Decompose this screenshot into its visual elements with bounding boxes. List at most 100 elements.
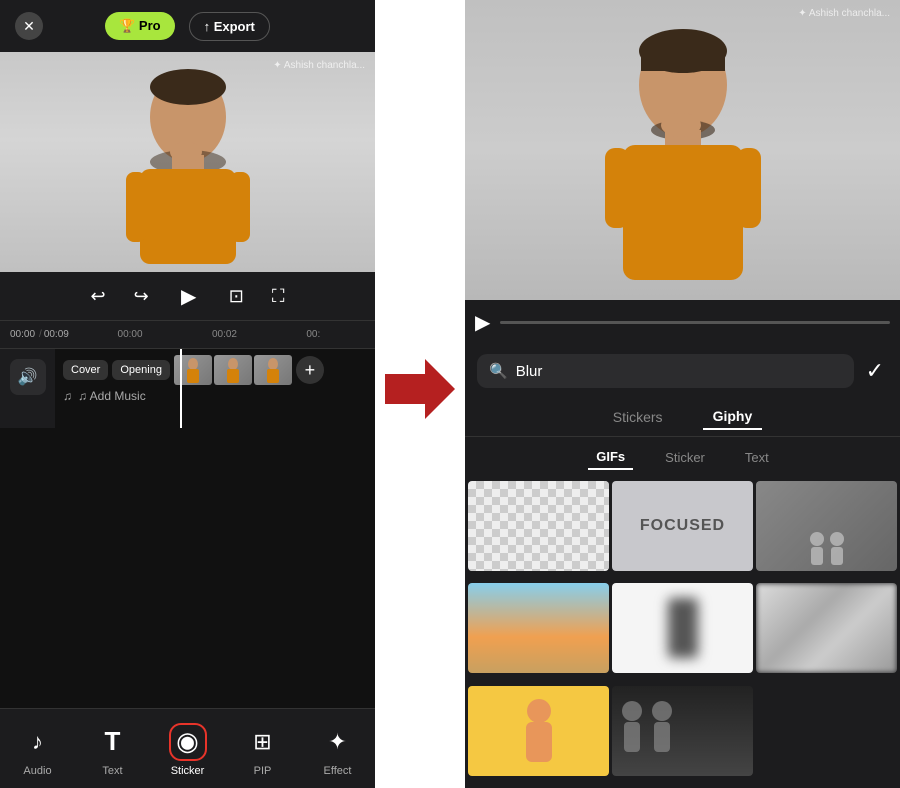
gif-cell-7[interactable] [468, 686, 609, 776]
cover-button[interactable]: Cover [63, 360, 108, 380]
redo-button[interactable]: ↪ [130, 282, 153, 311]
right-arrow [385, 359, 455, 429]
track-content: Cover Opening [55, 349, 375, 428]
template-button[interactable]: ⊡ [225, 282, 248, 311]
sticker-tool-label: Sticker [171, 765, 205, 777]
dark-people-svg [612, 686, 692, 776]
thumb-inner-2 [214, 355, 252, 385]
tab-row-top: Stickers Giphy [465, 398, 900, 437]
export-button[interactable]: ↑ Export [189, 12, 270, 41]
play-bar-right: ▶ [465, 300, 900, 344]
gif-checkerboard [468, 481, 609, 571]
ruler-mark-1: 00:00 [118, 329, 143, 340]
thumb-inner-1 [174, 355, 212, 385]
pip-tool-icon: ⊞ [244, 723, 282, 761]
text-tool[interactable]: T Text [82, 723, 144, 777]
gif-people-dark [756, 481, 897, 571]
bottom-toolbar: ♪ Audio T Text ◉ Sticker ⊞ PIP ✦ Effect [0, 708, 375, 788]
tab-giphy[interactable]: Giphy [703, 404, 763, 430]
yellow-person-svg [514, 696, 564, 766]
gif-cell-1[interactable] [468, 481, 609, 571]
ruler-marks: 00:00 00:02 00: [73, 329, 365, 340]
thumb-person-3 [263, 356, 283, 384]
search-box[interactable]: 🔍 [477, 354, 854, 388]
fullscreen-button[interactable]: ⛶ [268, 282, 289, 311]
arrow-section [375, 0, 465, 788]
gif-beach [468, 583, 609, 673]
gif-grid: FOCUSED [465, 478, 900, 788]
ruler-mark-3: 00: [306, 329, 320, 340]
watermark-right: ✦ Ashish chanchla... [798, 8, 890, 19]
thumb-person-1 [183, 356, 203, 384]
play-button-right[interactable]: ▶ [475, 310, 490, 335]
effect-tool[interactable]: ✦ Effect [307, 723, 369, 777]
opening-button[interactable]: Opening [112, 360, 170, 380]
top-bar: ✕ 🏆 Pro ↑ Export [0, 0, 375, 52]
tab-gifs[interactable]: GIFs [588, 445, 633, 470]
close-button[interactable]: ✕ [15, 12, 43, 40]
sticker-tool-icon: ◉ [169, 723, 207, 761]
gif-cell-6[interactable] [756, 583, 897, 673]
text-tool-label: Text [102, 765, 122, 777]
timeline-track-area: 🔊 Cover Opening [0, 348, 375, 428]
left-panel: ✕ 🏆 Pro ↑ Export [0, 0, 375, 788]
sticker-tool[interactable]: ◉ Sticker [157, 723, 219, 777]
close-icon: ✕ [23, 18, 35, 35]
track-icons: 🔊 [0, 349, 55, 428]
effect-tool-icon: ✦ [319, 723, 357, 761]
gif-cell-4[interactable] [468, 583, 609, 673]
audio-tool-icon: ♪ [19, 723, 57, 761]
text-tool-icon: T [94, 723, 132, 761]
tab-stickers[interactable]: Stickers [603, 405, 673, 429]
pip-tool[interactable]: ⊞ PIP [232, 723, 294, 777]
progress-bar [500, 321, 890, 324]
watermark-left: ✦ Ashish chanchla... [273, 60, 365, 71]
timeline-controls: ↩ ↪ ▶ ⊡ ⛶ [0, 272, 375, 320]
pro-button[interactable]: 🏆 Pro [105, 12, 174, 40]
music-icon: ♫ [63, 389, 72, 403]
add-music-label: ♫ Add Music [78, 389, 146, 403]
thumb-inner-3 [254, 355, 292, 385]
gif-pixelated [756, 583, 897, 673]
timeline-ruler: 00:00 / 00:09 00:00 00:02 00: [0, 320, 375, 348]
search-icon: 🔍 [489, 362, 508, 380]
blur-figure [668, 598, 698, 658]
track-thumbnails [174, 355, 292, 385]
video-frame-left [0, 52, 375, 272]
gif-yellow [468, 686, 609, 776]
gif-cell-8[interactable] [612, 686, 753, 776]
confirm-button[interactable]: ✓ [862, 354, 888, 388]
audio-tool-label: Audio [23, 765, 51, 777]
sticker-panel: 🔍 ✓ Stickers Giphy GIFs Sticker Text FOC… [465, 344, 900, 788]
gif-cell-2[interactable]: FOCUSED [612, 481, 753, 571]
audio-tool[interactable]: ♪ Audio [7, 723, 69, 777]
add-clip-button[interactable]: + [296, 356, 324, 384]
people-svg [802, 521, 852, 571]
top-bar-buttons: 🏆 Pro ↑ Export [105, 12, 270, 41]
search-row: 🔍 ✓ [465, 344, 900, 398]
gif-blur [612, 583, 753, 673]
total-time: 00:09 [44, 329, 69, 340]
effect-tool-label: Effect [324, 765, 352, 777]
thumb-3 [254, 355, 292, 385]
music-track[interactable]: ♫ ♫ Add Music [55, 385, 375, 407]
search-input[interactable] [516, 363, 842, 380]
gif-cell-3[interactable] [756, 481, 897, 571]
pip-tool-label: PIP [254, 765, 272, 777]
undo-button[interactable]: ↩ [87, 282, 110, 311]
gif-dark-people [612, 686, 753, 776]
tab-text-sub[interactable]: Text [737, 446, 777, 469]
time-separator: / [39, 329, 42, 340]
thumb-person-2 [223, 356, 243, 384]
audio-track-button[interactable]: 🔊 [10, 359, 46, 395]
tab-row-sub: GIFs Sticker Text [465, 437, 900, 478]
person-illustration-left [98, 57, 278, 267]
empty-track-space [0, 428, 375, 708]
video-preview-left: ✦ Ashish chanchla... [0, 52, 375, 272]
gif-focused: FOCUSED [612, 481, 753, 571]
tab-sticker-sub[interactable]: Sticker [657, 446, 713, 469]
gif-cell-5[interactable] [612, 583, 753, 673]
video-frame-right [465, 0, 900, 300]
ruler-mark-2: 00:02 [212, 329, 237, 340]
play-button-left[interactable]: ▶ [173, 280, 205, 312]
